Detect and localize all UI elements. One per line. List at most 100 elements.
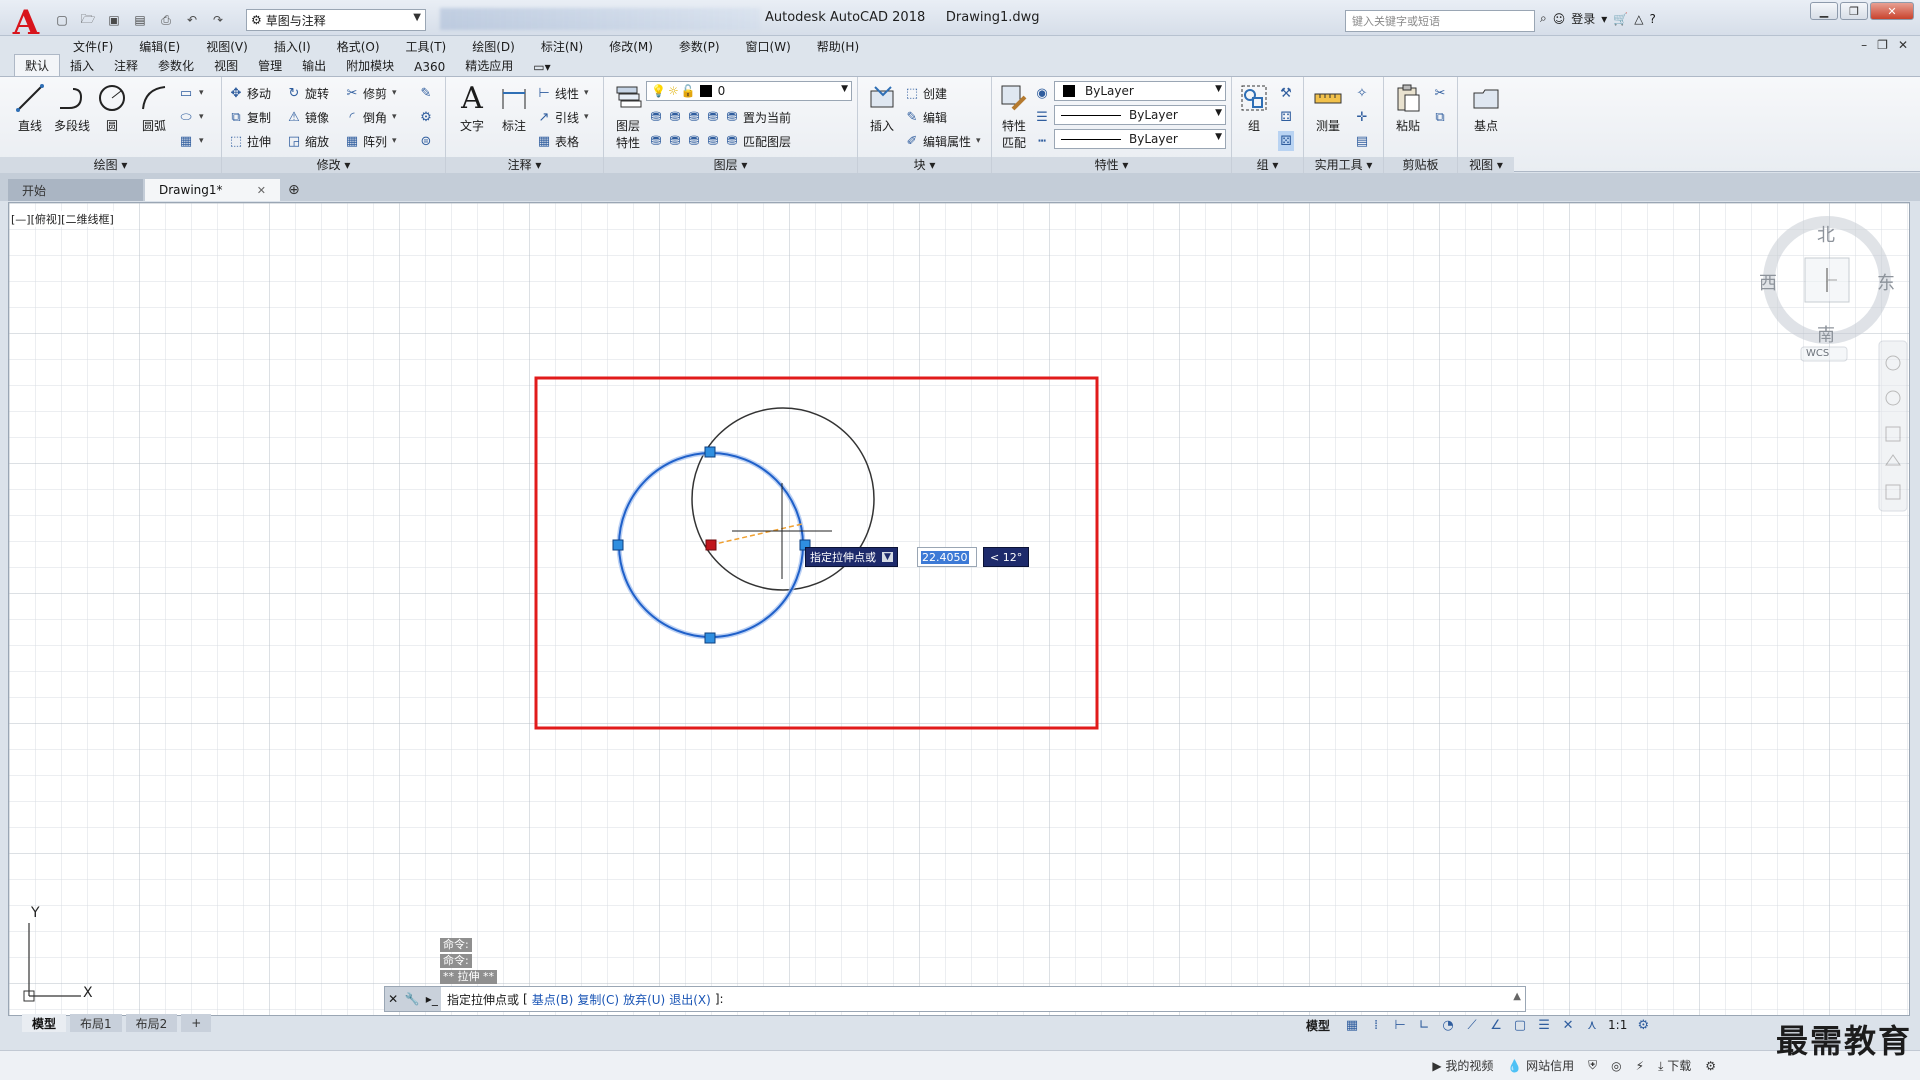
settings-icon[interactable]: ⚙ bbox=[1705, 1059, 1716, 1073]
table-tool[interactable]: ▦ 表格 bbox=[536, 131, 579, 151]
drawing-svg[interactable] bbox=[9, 203, 1909, 1015]
tab-start[interactable]: 开始 bbox=[8, 179, 143, 201]
layer-unlock-icon[interactable]: ⛃ bbox=[705, 133, 721, 149]
layer-on-icon[interactable]: ⛃ bbox=[648, 133, 664, 149]
cart-icon[interactable]: 🛒 bbox=[1613, 12, 1628, 26]
viewcube-west[interactable]: 西 bbox=[1759, 269, 1777, 295]
group-edit-tool[interactable]: ⚃ bbox=[1278, 107, 1294, 127]
scale-tool[interactable]: ◲ 缩放 bbox=[286, 131, 329, 151]
new-file-icon[interactable]: ▢ bbox=[52, 10, 72, 30]
grip-top[interactable] bbox=[704, 446, 716, 458]
viewcube-wcs-menu[interactable]: WCS bbox=[1806, 348, 1829, 359]
layer-off-icon[interactable]: ⛃ bbox=[648, 109, 664, 125]
redo-icon[interactable]: ↷ bbox=[208, 10, 228, 30]
tab-view[interactable]: 视图 bbox=[204, 55, 248, 76]
menu-dimension[interactable]: 标注(N) bbox=[528, 38, 596, 55]
match-properties-button[interactable]: 特性 匹配 bbox=[994, 81, 1034, 151]
command-line-text[interactable]: 指定拉伸点或 [ 基点(B) 复制(C) 放弃(U) 退出(X) ]: bbox=[441, 991, 724, 1008]
ortho-icon[interactable]: ∟ bbox=[1416, 1017, 1432, 1033]
menu-insert[interactable]: 插入(I) bbox=[261, 38, 324, 55]
rectangle-tool[interactable]: ▭ ▾ bbox=[178, 83, 204, 103]
color-wheel-icon[interactable]: ◉ bbox=[1034, 83, 1050, 103]
panel-properties-title[interactable]: 特性 ▾ bbox=[992, 157, 1231, 173]
dynamic-options-icon[interactable]: ▼ bbox=[882, 552, 893, 562]
tab-featured-apps[interactable]: 精选应用 bbox=[455, 55, 523, 76]
close-icon[interactable]: ✕ bbox=[388, 992, 398, 1006]
measure-button[interactable]: 测量 bbox=[1308, 81, 1348, 134]
cut-tool[interactable]: ✂ bbox=[1432, 83, 1448, 103]
match-layer-icon[interactable]: ⛃ bbox=[724, 133, 740, 149]
menu-edit[interactable]: 编辑(E) bbox=[126, 38, 193, 55]
model-space-button[interactable]: 模型 bbox=[1300, 1017, 1336, 1034]
help-search-input[interactable]: 键入关键字或短语 bbox=[1345, 10, 1535, 32]
option-undo[interactable]: 放弃(U) bbox=[623, 991, 665, 1008]
color-select[interactable]: ByLayer ▼ bbox=[1054, 81, 1226, 101]
chevron-down-icon[interactable]: ▾ bbox=[1601, 12, 1607, 26]
close-button[interactable]: ✕ bbox=[1870, 2, 1914, 20]
layer-select[interactable]: 💡 ☼ 🔓 0 ▼ bbox=[646, 81, 852, 101]
drawing-canvas[interactable]: [—][俯视][二维线框] 北 南 东 西 WCS Y X 指定拉伸点或 ▼ 2… bbox=[8, 202, 1910, 1016]
group-selection-toggle[interactable]: ⚄ bbox=[1278, 131, 1294, 151]
panel-annotation-title[interactable]: 注释 ▾ bbox=[446, 157, 603, 173]
lineweight-select[interactable]: ByLayer ▼ bbox=[1054, 105, 1226, 125]
lineweight-toggle-icon[interactable]: ☰ bbox=[1536, 1017, 1552, 1033]
object-snap-tracking-icon[interactable]: ∠ bbox=[1488, 1017, 1504, 1033]
annotation-scale-icon[interactable]: ⋏ bbox=[1584, 1017, 1600, 1033]
panel-utilities-title[interactable]: 实用工具 ▾ bbox=[1304, 157, 1383, 173]
object-snap-icon[interactable]: ▢ bbox=[1512, 1017, 1528, 1033]
move-tool[interactable]: ✥ 移动 bbox=[228, 83, 271, 103]
layer-unisolate-icon[interactable]: ⛃ bbox=[667, 133, 683, 149]
tab-insert[interactable]: 插入 bbox=[60, 55, 104, 76]
close-icon[interactable]: ✕ bbox=[257, 184, 266, 197]
rotate-tool[interactable]: ↻ 旋转 bbox=[286, 83, 329, 103]
grip-bottom[interactable] bbox=[704, 632, 716, 644]
insert-block-button[interactable]: 插入 bbox=[862, 81, 902, 134]
menu-draw[interactable]: 绘图(D) bbox=[459, 38, 528, 55]
menu-help[interactable]: 帮助(H) bbox=[804, 38, 872, 55]
grip-center-hot[interactable] bbox=[705, 539, 717, 551]
leader-tool[interactable]: ↗ 引线 ▾ bbox=[536, 107, 589, 127]
restore-button[interactable]: ❐ bbox=[1840, 2, 1868, 20]
base-point-button[interactable]: 基点 bbox=[1466, 81, 1506, 134]
circle-button[interactable]: 圆 bbox=[92, 81, 132, 134]
isometric-icon[interactable]: ⟋ bbox=[1464, 1017, 1480, 1033]
polyline-button[interactable]: 多段线 bbox=[52, 81, 92, 134]
text-button[interactable]: A 文字 bbox=[452, 81, 492, 134]
dynamic-input-prompt[interactable]: 指定拉伸点或 ▼ bbox=[805, 547, 898, 567]
viewcube-east[interactable]: 东 bbox=[1877, 269, 1895, 295]
set-current-label[interactable]: 置为当前 bbox=[743, 109, 791, 126]
download-link[interactable]: ⤓ 下载 bbox=[1658, 1057, 1691, 1074]
match-layer-label[interactable]: 匹配图层 bbox=[743, 133, 791, 150]
edit-attributes-tool[interactable]: ✐ 编辑属性 ▾ bbox=[904, 131, 981, 151]
snap-icon[interactable]: ⁞ bbox=[1368, 1017, 1384, 1033]
tab-drawing1[interactable]: Drawing1* ✕ bbox=[145, 179, 280, 201]
open-file-icon[interactable]: 🗁 bbox=[78, 10, 98, 30]
viewport-controls-label[interactable]: [—][俯视][二维线框] bbox=[11, 211, 114, 227]
viewcube-south[interactable]: 南 bbox=[1817, 321, 1835, 347]
annotation-scale-value[interactable]: 1:1 bbox=[1608, 1018, 1627, 1032]
menu-modify[interactable]: 修改(M) bbox=[596, 38, 666, 55]
menu-parametric[interactable]: 参数(P) bbox=[666, 38, 733, 55]
layout-tab-1[interactable]: 布局1 bbox=[70, 1014, 122, 1032]
trim-tool[interactable]: ✂ 修剪 ▾ bbox=[344, 83, 397, 103]
binoculars-icon[interactable]: ⌕ bbox=[1540, 11, 1547, 26]
group-button[interactable]: 组 bbox=[1234, 81, 1274, 134]
copy-clip-tool[interactable]: ⧉ bbox=[1432, 107, 1448, 127]
navigation-bar[interactable] bbox=[1878, 340, 1908, 512]
set-current-icon[interactable]: ⛃ bbox=[724, 109, 740, 125]
new-tab-button[interactable]: ⊕ bbox=[282, 179, 306, 201]
menu-file[interactable]: 文件(F) bbox=[60, 38, 126, 55]
layer-properties-button[interactable]: 图层 特性 bbox=[608, 81, 648, 151]
tab-default[interactable]: 默认 bbox=[14, 54, 61, 76]
login-link[interactable]: 登录 bbox=[1571, 10, 1595, 27]
copy-tool[interactable]: ⧉ 复制 bbox=[228, 107, 271, 127]
save-icon[interactable]: ▣ bbox=[104, 10, 124, 30]
shield-icon[interactable]: ⛨ bbox=[1588, 1058, 1597, 1073]
quick-select-tool[interactable]: ✧ bbox=[1354, 83, 1370, 103]
layer-thaw-icon[interactable]: ⛃ bbox=[686, 133, 702, 149]
option-copy[interactable]: 复制(C) bbox=[577, 991, 619, 1008]
ribbon-options-icon[interactable]: ▭▾ bbox=[523, 58, 560, 76]
layer-isolate-icon[interactable]: ⛃ bbox=[667, 109, 683, 125]
viewcube-north[interactable]: 北 bbox=[1817, 221, 1835, 247]
panel-modify-title[interactable]: 修改 ▾ bbox=[222, 157, 445, 173]
